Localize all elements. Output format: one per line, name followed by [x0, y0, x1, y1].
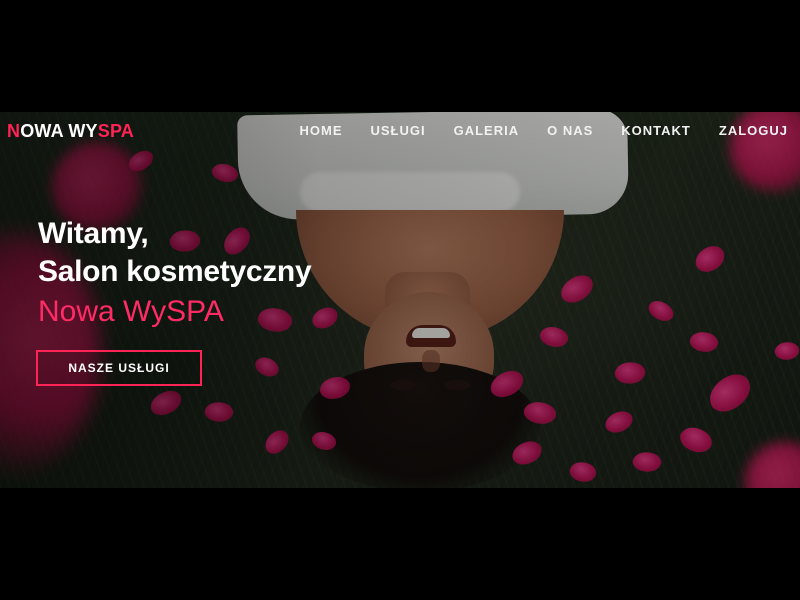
nav-galeria[interactable]: GALERIA	[454, 123, 520, 138]
hero-line-welcome: Witamy,	[38, 217, 149, 250]
main-nav: HOME USŁUGI GALERIA O NAS KONTAKT ZALOGU…	[299, 123, 788, 138]
nav-home[interactable]: HOME	[299, 123, 342, 138]
nav-zaloguj[interactable]: ZALOGUJ	[719, 123, 788, 138]
hero-line-salon: Salon kosmetyczny	[38, 255, 312, 288]
brand-text-middle: OWA WY	[20, 121, 98, 141]
our-services-button[interactable]: NASZE USŁUGI	[36, 350, 202, 386]
nav-o-nas[interactable]: O NAS	[547, 123, 593, 138]
nav-uslugi[interactable]: USŁUGI	[370, 123, 425, 138]
screenshot-canvas: NOWA WYSPA HOME USŁUGI GALERIA O NAS KON…	[0, 0, 800, 600]
top-nav-bar: NOWA WYSPA HOME USŁUGI GALERIA O NAS KON…	[0, 112, 800, 150]
nav-kontakt[interactable]: KONTAKT	[621, 123, 691, 138]
hero-heading-block: Witamy, Salon kosmetyczny Nowa WySPA	[38, 215, 312, 331]
brand-text-spa: SPA	[97, 121, 135, 141]
brand-letter-n: N	[7, 121, 21, 141]
hero-accent-name: Nowa WySPA	[38, 295, 224, 328]
brand-logo[interactable]: NOWA WYSPA	[7, 121, 134, 142]
